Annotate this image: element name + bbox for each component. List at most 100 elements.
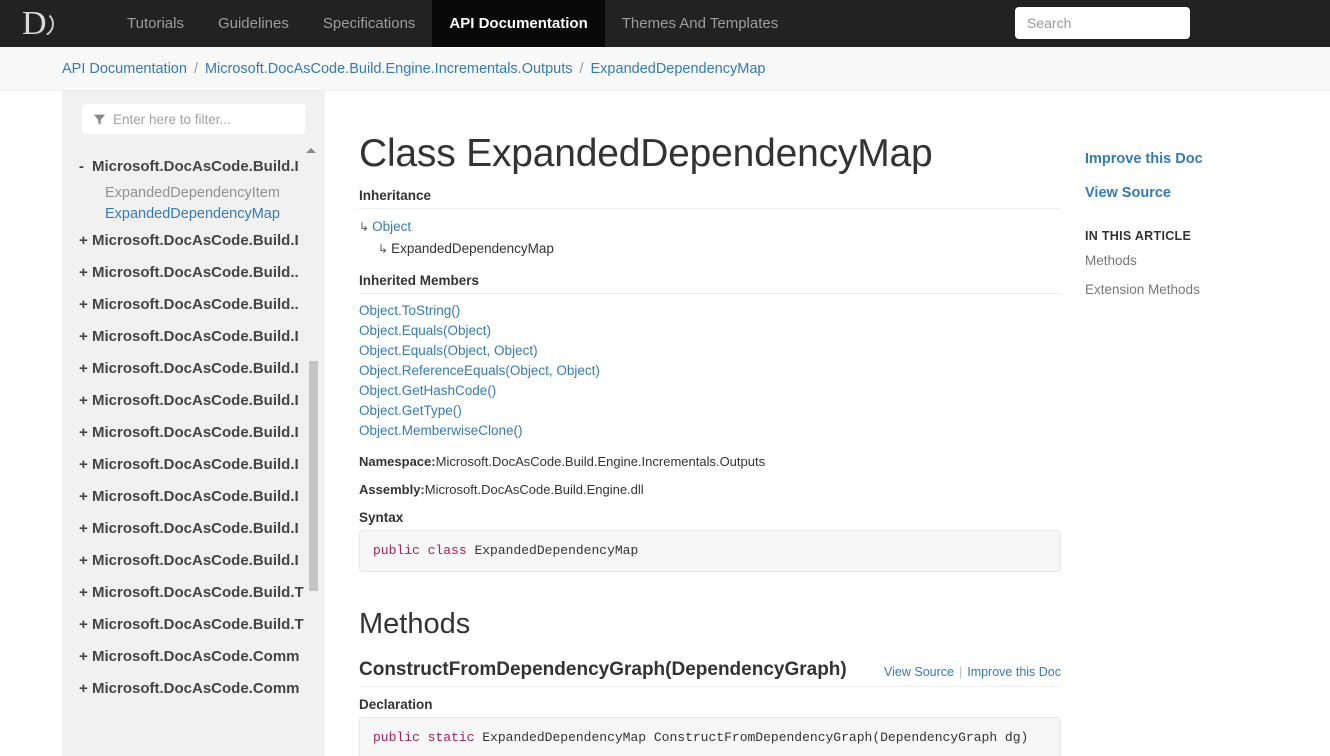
affix-toc-link-extension-methods[interactable]: Extension Methods (1085, 282, 1200, 297)
sidebar-node-label: Microsoft.DocAsCode.Build.I (92, 520, 299, 537)
inheritance-arrow-icon: ↳ (359, 220, 369, 234)
sidebar-node-label: Microsoft.DocAsCode.Build.. (92, 296, 299, 313)
sidebar-filter-box[interactable] (82, 104, 305, 134)
namespace-label: Namespace: (359, 454, 436, 469)
breadcrumb-bar: API Documentation / Microsoft.DocAsCode.… (0, 47, 1330, 91)
sidebar-namespace-item[interactable]: +Microsoft.DocAsCode.Build.T (62, 608, 325, 640)
nav-item-tutorials[interactable]: Tutorials (110, 0, 201, 47)
sidebar-node-label: Microsoft.DocAsCode.Build.I (92, 552, 299, 569)
code-keyword: public (373, 543, 420, 558)
sidebar-namespace-item[interactable]: +Microsoft.DocAsCode.Build.I (62, 384, 325, 416)
docfx-logo-icon: D (18, 5, 62, 43)
inherited-member-link[interactable]: Object.GetType() (359, 401, 1061, 421)
expand-toggle-icon[interactable]: + (79, 584, 92, 601)
inherited-member-link[interactable]: Object.Equals(Object, Object) (359, 341, 1061, 361)
site-logo[interactable]: D (0, 0, 62, 47)
expand-toggle-icon[interactable]: + (79, 520, 92, 537)
inherited-members-list: Object.ToString() Object.Equals(Object) … (359, 301, 1061, 441)
breadcrumb-item-2[interactable]: ExpandedDependencyMap (591, 61, 766, 77)
sidebar-node-label: Microsoft.DocAsCode.Build.I (92, 158, 299, 175)
inherited-member-link[interactable]: Object.MemberwiseClone() (359, 421, 1061, 441)
nav-item-guidelines[interactable]: Guidelines (201, 0, 306, 47)
sidebar-node-11: +Microsoft.DocAsCode.Build.I (62, 544, 325, 576)
sidebar-item-expandeddependencymap[interactable]: ExpandedDependencyMap (62, 203, 325, 224)
search-input[interactable] (1015, 7, 1190, 39)
inheritance-arrow-icon: ↳ (378, 242, 388, 256)
sidebar-namespace-item[interactable]: +Microsoft.DocAsCode.Comm (62, 640, 325, 672)
sidebar-node-label: Microsoft.DocAsCode.Build.I (92, 488, 299, 505)
improve-this-doc-link[interactable]: Improve this Doc (1085, 151, 1330, 167)
breadcrumb-item-1[interactable]: Microsoft.DocAsCode.Build.Engine.Increme… (205, 61, 573, 77)
sidebar-node-label: Microsoft.DocAsCode.Comm (92, 680, 300, 697)
expand-toggle-icon[interactable]: + (79, 552, 92, 569)
inheritance-row-1: ↳ExpandedDependencyMap (359, 238, 1061, 260)
sidebar-filter-input[interactable] (113, 112, 304, 127)
expand-toggle-icon[interactable]: + (79, 296, 92, 313)
nav-item-api-documentation[interactable]: API Documentation (432, 0, 604, 47)
sidebar-namespace-item[interactable]: -Microsoft.DocAsCode.Build.I (62, 150, 325, 182)
view-source-link[interactable]: View Source (884, 665, 954, 679)
expand-toggle-icon[interactable]: + (79, 264, 92, 281)
expand-toggle-icon[interactable]: + (79, 360, 92, 377)
nav-item-themes-and-templates[interactable]: Themes And Templates (605, 0, 795, 47)
expand-toggle-icon[interactable]: + (79, 424, 92, 441)
expand-toggle-icon[interactable]: + (79, 648, 92, 665)
in-this-article-toc: Methods Extension Methods (1085, 252, 1330, 299)
divider (359, 293, 1061, 294)
breadcrumb-item-0[interactable]: API Documentation (62, 61, 187, 77)
methods-heading: Methods (359, 608, 1061, 641)
expand-toggle-icon[interactable]: + (79, 488, 92, 505)
sidebar-node-label: Microsoft.DocAsCode.Build.I (92, 360, 299, 377)
namespace-line: Namespace:Microsoft.DocAsCode.Build.Engi… (359, 454, 1061, 469)
sidebar-node-label: Microsoft.DocAsCode.Build.I (92, 456, 299, 473)
article-body: Class ExpandedDependencyMap Inheritance … (359, 91, 1061, 756)
inherited-member-link[interactable]: Object.ToString() (359, 301, 1061, 321)
nav-item-specifications[interactable]: Specifications (306, 0, 433, 47)
sidebar-node-6: +Microsoft.DocAsCode.Build.I (62, 384, 325, 416)
expand-toggle-icon[interactable]: + (79, 328, 92, 345)
affix-toc-link-methods[interactable]: Methods (1085, 253, 1137, 268)
page-title: Class ExpandedDependencyMap (359, 132, 1061, 176)
sidebar-namespace-item[interactable]: +Microsoft.DocAsCode.Build.I (62, 448, 325, 480)
inheritance-current-class: ExpandedDependencyMap (391, 241, 554, 256)
navbar-links: Tutorials Guidelines Specifications API … (110, 0, 795, 47)
inherited-members-label: Inherited Members (359, 273, 1061, 288)
sidebar-namespace-item[interactable]: +Microsoft.DocAsCode.Build.I (62, 320, 325, 352)
right-affix-panel: Improve this Doc View Source IN THIS ART… (1085, 91, 1330, 756)
expand-toggle-icon[interactable]: + (79, 456, 92, 473)
inherited-member-link[interactable]: Object.ReferenceEquals(Object, Object) (359, 361, 1061, 381)
expand-toggle-icon[interactable]: + (79, 232, 92, 249)
sidebar-node-label: Microsoft.DocAsCode.Build.I (92, 424, 299, 441)
sidebar-namespace-item[interactable]: +Microsoft.DocAsCode.Build.I (62, 224, 325, 256)
sidebar-node-10: +Microsoft.DocAsCode.Build.I (62, 512, 325, 544)
expand-toggle-icon[interactable]: + (79, 392, 92, 409)
inherited-member-link[interactable]: Object.GetHashCode() (359, 381, 1061, 401)
expand-toggle-icon[interactable]: + (79, 680, 92, 697)
declaration-label: Declaration (359, 697, 1061, 712)
sidebar-namespace-item[interactable]: +Microsoft.DocAsCode.Build.I (62, 544, 325, 576)
sidebar-namespace-item[interactable]: +Microsoft.DocAsCode.Build.. (62, 256, 325, 288)
inherited-member-link[interactable]: Object.Equals(Object) (359, 321, 1061, 341)
improve-this-doc-link[interactable]: Improve this Doc (967, 665, 1061, 679)
sidebar-node-label: Microsoft.DocAsCode.Build.I (92, 328, 299, 345)
sidebar-namespace-item[interactable]: +Microsoft.DocAsCode.Build.I (62, 352, 325, 384)
inheritance-link-object[interactable]: Object (372, 219, 411, 234)
sidebar-item-expandeddependencyitem[interactable]: ExpandedDependencyItem (62, 182, 325, 203)
sidebar-node-9: +Microsoft.DocAsCode.Build.I (62, 480, 325, 512)
sidebar-namespace-item[interactable]: +Microsoft.DocAsCode.Build.I (62, 416, 325, 448)
divider (359, 208, 1061, 209)
sidebar-namespace-item[interactable]: +Microsoft.DocAsCode.Build.. (62, 288, 325, 320)
sidebar-namespace-item[interactable]: +Microsoft.DocAsCode.Build.I (62, 480, 325, 512)
collapse-toggle-icon[interactable]: - (79, 158, 92, 175)
breadcrumb-separator-0: / (194, 61, 198, 77)
sidebar-namespace-item[interactable]: +Microsoft.DocAsCode.Comm (62, 672, 325, 704)
sidebar-node-label: Microsoft.DocAsCode.Build.T (92, 616, 304, 633)
sidebar-namespace-item[interactable]: +Microsoft.DocAsCode.Build.I (62, 512, 325, 544)
expand-toggle-icon[interactable]: + (79, 616, 92, 633)
logo-arc-icon (40, 11, 54, 37)
view-source-link[interactable]: View Source (1085, 185, 1330, 201)
sidebar-namespace-item[interactable]: +Microsoft.DocAsCode.Build.T (62, 576, 325, 608)
sidebar-node-5: +Microsoft.DocAsCode.Build.I (62, 352, 325, 384)
breadcrumb: API Documentation / Microsoft.DocAsCode.… (62, 61, 765, 77)
inheritance-label: Inheritance (359, 188, 1061, 203)
